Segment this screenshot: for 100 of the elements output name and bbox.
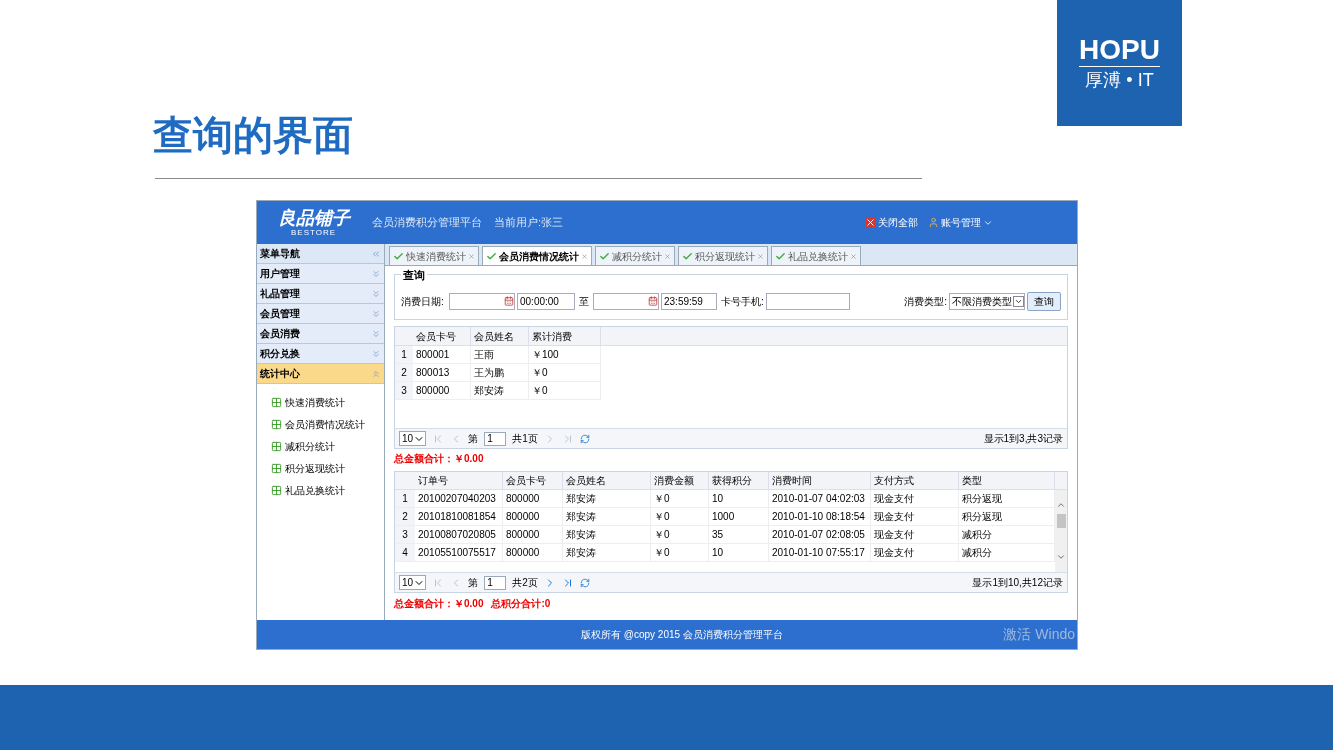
table-cell: 20101810081854	[415, 508, 503, 526]
table-cell: 王为鹏	[471, 364, 529, 382]
table-cell: 20105510075517	[415, 544, 503, 562]
logo-brand: HOPU	[1079, 33, 1160, 67]
table-cell: 现金支付	[871, 526, 959, 544]
calendar-icon	[648, 296, 658, 306]
total-amount: 总金额合计：￥0.00	[394, 453, 485, 465]
close-all-button[interactable]: 关闭全部	[865, 215, 918, 230]
row-number: 3	[395, 526, 415, 544]
start-time-field[interactable]: 00:00:00	[517, 292, 575, 310]
row-number: 2	[395, 508, 415, 526]
column-header: 消费金额	[651, 472, 709, 489]
page-size-select[interactable]: 10	[399, 575, 427, 590]
sidebar-group[interactable]: 用户管理	[257, 264, 384, 284]
close-icon[interactable]	[664, 252, 671, 260]
table-cell: ￥100	[529, 346, 601, 364]
table-cell: 800000	[503, 508, 563, 526]
date-label: 消费日期:	[401, 294, 445, 309]
check-icon	[682, 250, 693, 262]
table-cell: 郑安涛	[471, 382, 529, 400]
sidebar-title: 菜单导航	[260, 247, 300, 261]
sidebar-item[interactable]: 积分返现统计	[271, 460, 384, 476]
close-icon	[865, 217, 876, 228]
sidebar-group[interactable]: 会员消费	[257, 324, 384, 344]
row-number: 1	[395, 346, 413, 364]
table-cell: 800000	[503, 526, 563, 544]
table-cell: 1000	[709, 508, 769, 526]
expand-icon	[371, 328, 381, 339]
tab[interactable]: 快速消费统计	[389, 246, 479, 265]
expand-icon	[371, 368, 381, 379]
scroll-up-icon[interactable]	[1056, 500, 1066, 510]
page-input[interactable]: 1	[484, 431, 507, 446]
check-icon	[393, 250, 404, 262]
tab[interactable]: 礼品兑换统计	[771, 246, 861, 265]
sidebar-group[interactable]: 会员管理	[257, 304, 384, 324]
sidebar-item[interactable]: 会员消费情况统计	[271, 416, 384, 432]
card-label: 卡号手机:	[721, 294, 764, 309]
tab[interactable]: 会员消费情况统计	[482, 246, 592, 265]
column-header: 累计消费	[529, 327, 601, 345]
range-separator: 至	[578, 294, 590, 309]
column-header: 会员姓名	[563, 472, 651, 489]
sidebar-item[interactable]: 减积分统计	[271, 438, 384, 454]
platform-name: 会员消费积分管理平台	[372, 215, 482, 231]
query-button[interactable]: 查询	[1027, 291, 1061, 311]
end-date-field[interactable]	[593, 292, 659, 310]
close-icon[interactable]	[468, 252, 475, 260]
table-cell: 20100807020805	[415, 526, 503, 544]
row-number: 2	[395, 364, 413, 382]
sidebar-group[interactable]: 统计中心	[257, 364, 384, 384]
close-icon[interactable]	[581, 252, 588, 260]
grid-icon	[271, 418, 282, 430]
collapse-icon[interactable]	[371, 248, 381, 259]
end-time-field[interactable]: 23:59:59	[661, 292, 717, 310]
type-label: 消费类型:	[904, 294, 947, 309]
row-number: 1	[395, 490, 415, 508]
column-header: 类型	[959, 472, 1055, 489]
current-user: 当前用户:张三	[494, 215, 564, 231]
slide-title: 查询的界面	[153, 112, 354, 159]
table-cell: 2010-01-10 08:18:54	[769, 508, 871, 526]
close-icon[interactable]	[757, 252, 764, 260]
activation-watermark: 激活 Windo	[1003, 625, 1075, 644]
table-cell: 郑安涛	[563, 508, 651, 526]
page-input[interactable]: 1	[484, 575, 507, 590]
table-cell: 现金支付	[871, 490, 959, 508]
refresh-icon[interactable]	[579, 433, 590, 444]
table-cell: 10	[709, 544, 769, 562]
row-number: 3	[395, 382, 413, 400]
table-cell: ￥0	[529, 364, 601, 382]
scroll-down-icon[interactable]	[1056, 552, 1066, 562]
sidebar-item[interactable]: 礼品兑换统计	[271, 482, 384, 498]
card-field[interactable]	[765, 292, 850, 310]
sidebar-group[interactable]: 积分兑换	[257, 344, 384, 364]
table-cell: 郑安涛	[563, 526, 651, 544]
refresh-icon[interactable]	[579, 577, 590, 588]
type-select[interactable]: 不限消费类型	[949, 292, 1025, 310]
sidebar-group[interactable]: 礼品管理	[257, 284, 384, 304]
table-cell: 2010-01-07 02:08:05	[769, 526, 871, 544]
logo-subtitle: 厚溥 • IT	[1085, 68, 1154, 92]
scrollbar[interactable]	[1055, 490, 1067, 572]
start-date-field[interactable]	[449, 292, 515, 310]
tab[interactable]: 减积分统计	[595, 246, 675, 265]
table-cell: 20100207040203	[415, 490, 503, 508]
grid-icon	[271, 484, 282, 496]
close-icon[interactable]	[850, 252, 857, 260]
table-cell: ￥0	[529, 382, 601, 400]
page-size-select[interactable]: 10	[399, 431, 427, 446]
grid-icon	[271, 440, 282, 452]
table-cell: ￥0	[651, 544, 709, 562]
check-icon	[775, 250, 786, 262]
table-cell: 王雨	[471, 346, 529, 364]
account-menu-button[interactable]: 账号管理	[928, 215, 993, 230]
sidebar-item[interactable]: 快速消费统计	[271, 394, 384, 410]
record-summary: 显示1到3,共3记录	[983, 432, 1063, 446]
app-logo-subtitle: BESTORE	[290, 227, 337, 238]
scroll-thumb[interactable]	[1056, 514, 1066, 528]
table-cell: ￥0	[651, 526, 709, 544]
column-header: 获得积分	[709, 472, 769, 489]
table-cell: 现金支付	[871, 508, 959, 526]
tab[interactable]: 积分返现统计	[678, 246, 768, 265]
column-header: 订单号	[415, 472, 503, 489]
